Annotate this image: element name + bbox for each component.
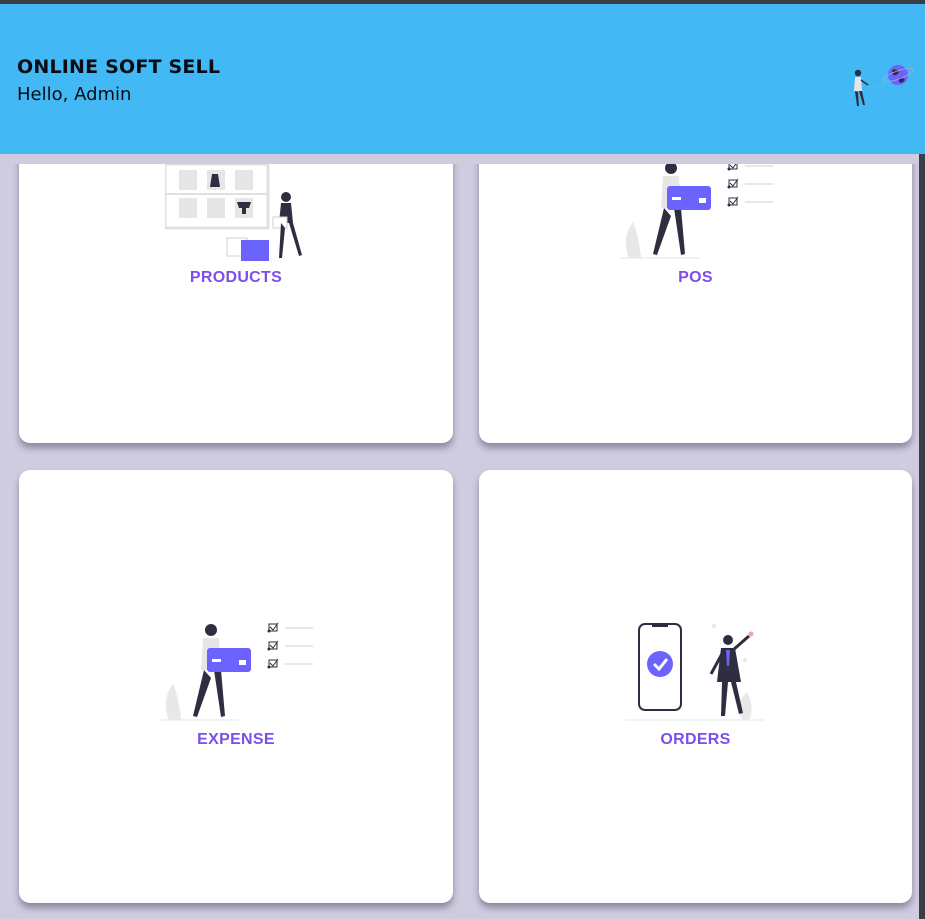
expense-tile[interactable]: EXPENSE	[19, 470, 453, 903]
person-with-globe-icon	[854, 65, 914, 106]
orders-label: ORDERS	[660, 731, 731, 748]
product-shelf-illustration	[165, 164, 302, 261]
phone-order-confirmed-illustration	[625, 623, 765, 721]
products-label: PRODUCTS	[189, 269, 283, 286]
products-tile[interactable]: PRODUCTS	[19, 164, 453, 443]
payment-card-checklist-illustration	[619, 164, 773, 259]
pos-tile[interactable]: POS	[479, 164, 912, 443]
expense-label: EXPENSE	[197, 731, 275, 748]
dashboard-grid: PRODUCTS POS EXPENSE ORDERS	[0, 164, 919, 919]
pos-label: POS	[678, 269, 713, 286]
orders-tile[interactable]: ORDERS	[479, 470, 912, 903]
payment-card-checklist-illustration	[159, 622, 313, 721]
app-header: ONLINE SOFT SELL Hello, Admin	[0, 4, 925, 154]
user-greeting: Hello, Admin	[17, 84, 132, 105]
window-scroll-edge	[919, 154, 925, 919]
app-title: ONLINE SOFT SELL	[17, 56, 221, 78]
